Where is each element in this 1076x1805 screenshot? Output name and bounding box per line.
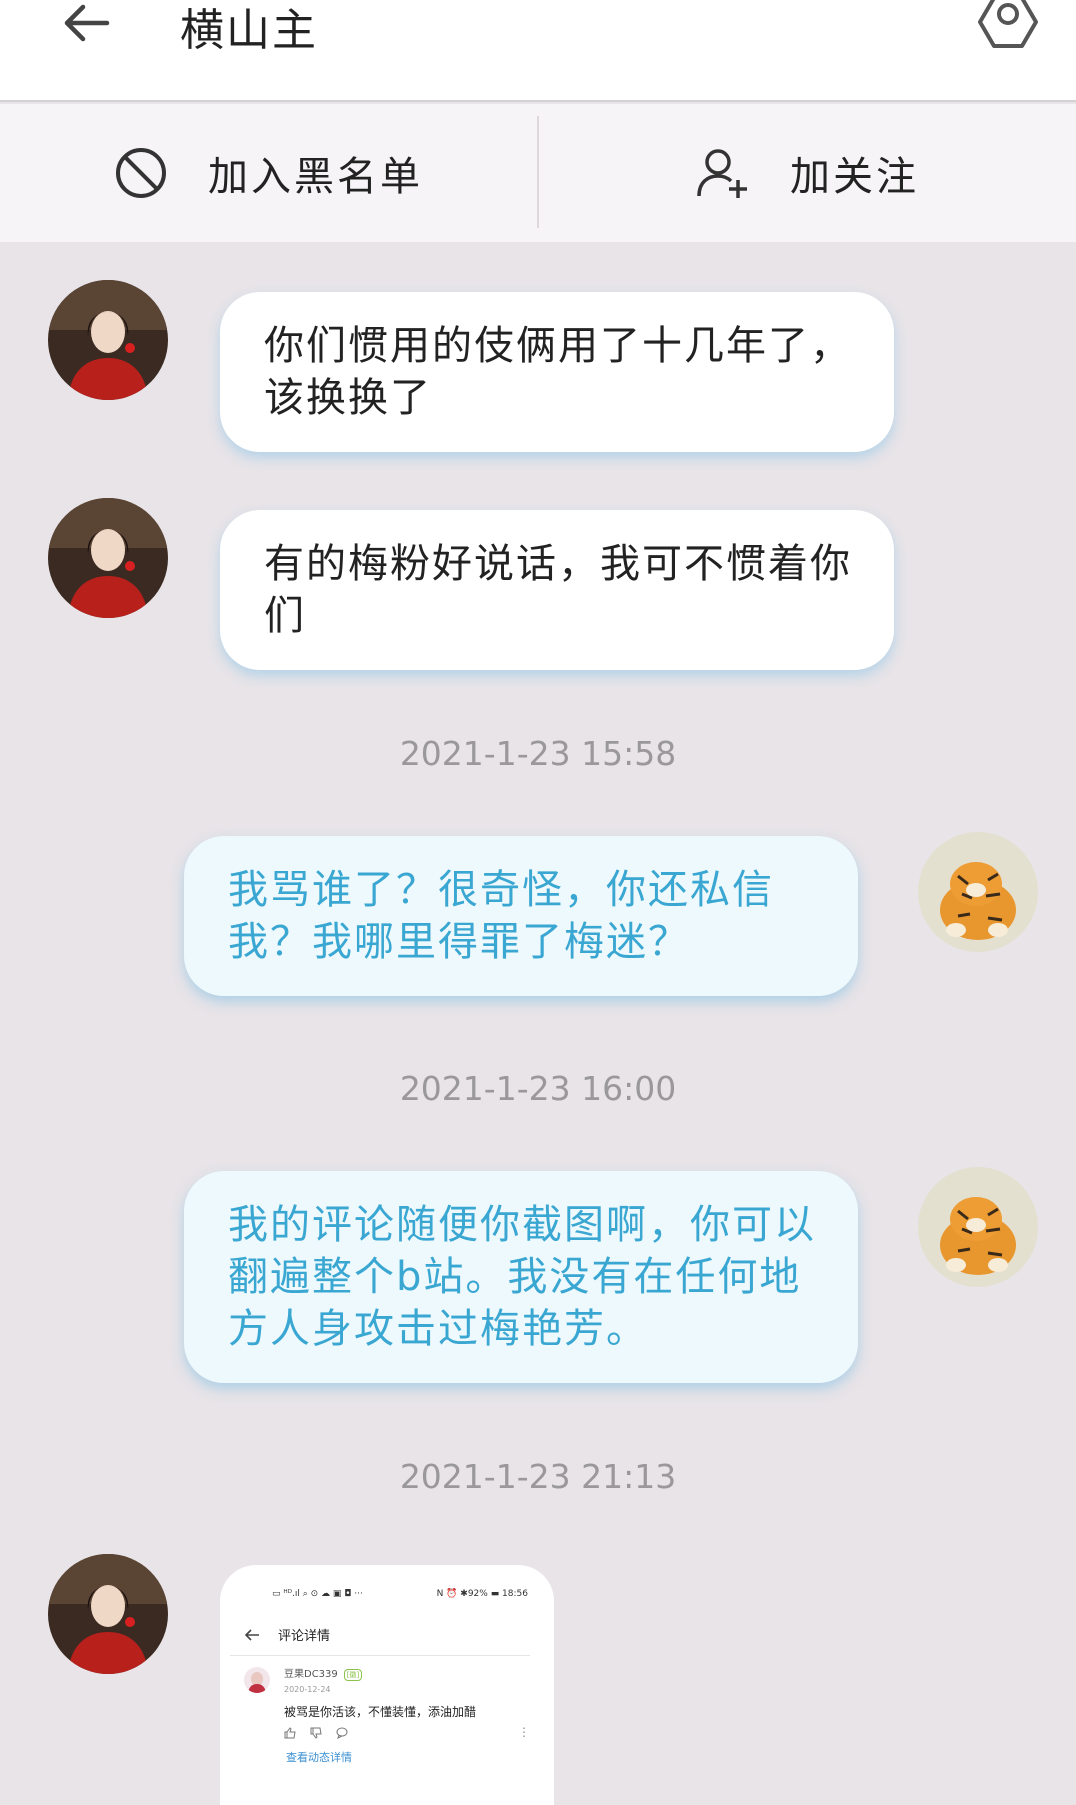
thumbs-down-icon: [310, 1727, 322, 1739]
contact-avatar[interactable]: [48, 1554, 168, 1674]
settings-hexagon-icon: [978, 0, 1038, 48]
message-bubble-incoming[interactable]: 有的梅粉好说话，我可不惯着你们: [220, 510, 894, 670]
user-level-badge: [徽]: [343, 1669, 363, 1681]
follow-button[interactable]: 加关注: [539, 104, 1076, 242]
commenter-avatar: [244, 1667, 270, 1693]
arrow-left-icon: [244, 1628, 259, 1641]
shared-screenshot-image[interactable]: ▭ ᴴᴰ.ıl ⌕ ⊙ ☁ ▣ ◘ ··· N ⏰ ✱92% ▬ 18:56 评…: [220, 1565, 554, 1805]
screenshot-divider: [230, 1655, 530, 1656]
action-bar: 加入黑名单 加关注: [0, 104, 1076, 242]
comment-actions: [284, 1727, 348, 1739]
contact-avatar[interactable]: [48, 280, 168, 400]
message-bubble-outgoing[interactable]: 我骂谁了？很奇怪，你还私信我？我哪里得罪了梅迷？: [184, 836, 858, 996]
page-title: 横山主: [180, 5, 318, 56]
my-avatar[interactable]: [918, 832, 1038, 952]
contact-avatar[interactable]: [48, 498, 168, 618]
message-bubble-incoming[interactable]: 你们惯用的伎俩用了十几年了，该换换了: [220, 292, 894, 452]
block-icon: [116, 148, 166, 198]
message-bubble-outgoing[interactable]: 我的评论随便你截图啊，你可以翻遍整个b站。我没有在任何地方人身攻击过梅艳芳。: [184, 1171, 858, 1383]
arrow-left-icon: [64, 4, 110, 42]
comment-date: 2020-12-24: [284, 1685, 331, 1694]
screenshot-page-title: 评论详情: [278, 1629, 331, 1644]
reply-comment-icon: [336, 1727, 348, 1739]
commenter-name: 豆果DC339: [284, 1669, 338, 1680]
add-user-icon: [697, 149, 747, 198]
screenshot-header: 评论详情: [244, 1625, 330, 1644]
add-to-blacklist-button[interactable]: 加入黑名单: [0, 104, 537, 242]
top-bar: 横山主: [0, 0, 1076, 102]
my-avatar[interactable]: [918, 1167, 1038, 1287]
commenter-name-row: 豆果DC339 [徽]: [284, 1665, 363, 1681]
screenshot-status-left: ▭ ᴴᴰ.ıl ⌕ ⊙ ☁ ▣ ◘ ···: [272, 1589, 363, 1599]
settings-button[interactable]: [972, 0, 1044, 50]
back-button[interactable]: [50, 0, 120, 50]
more-options-icon: ⋮: [518, 1725, 530, 1739]
screenshot-status-right: N ⏰ ✱92% ▬ 18:56: [436, 1589, 528, 1599]
comment-text: 被骂是你活该，不懂装懂，添油加醋: [284, 1705, 477, 1719]
message-timestamp: 2021-1-23 21:13: [399, 1457, 677, 1496]
follow-label: 加关注: [790, 154, 919, 200]
message-timestamp: 2021-1-23 16:00: [399, 1069, 677, 1108]
view-post-details-link: 查看动态详情: [286, 1751, 352, 1764]
blacklist-label: 加入黑名单: [208, 154, 423, 200]
message-timestamp: 2021-1-23 15:58: [399, 734, 677, 773]
thumbs-up-icon: [284, 1727, 296, 1739]
